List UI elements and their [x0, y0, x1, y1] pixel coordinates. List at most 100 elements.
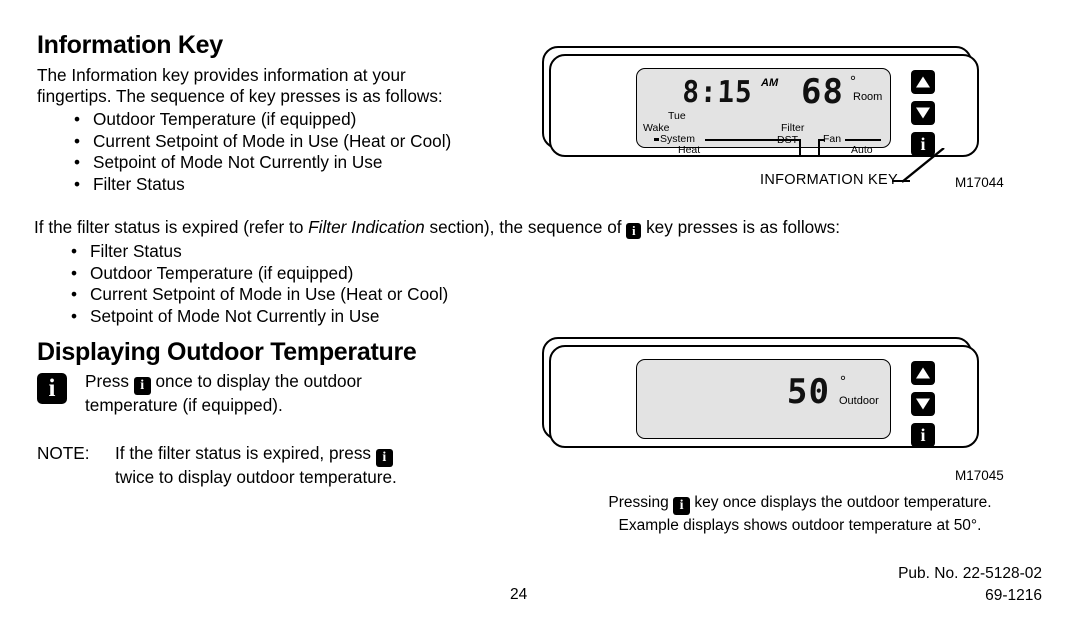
figure-caption-2: Pressing i key once displays the outdoor…: [560, 492, 1040, 536]
room-label: Room: [853, 91, 883, 103]
list-item: • Filter Status: [37, 174, 537, 196]
info-key-icon: i: [673, 497, 691, 515]
intro-paragraph: The Information key provides information…: [37, 65, 537, 107]
bullet-icon: •: [74, 130, 81, 151]
expired-lead-paragraph: If the filter status is expired (refer t…: [34, 217, 1044, 239]
callout-leader-line: [901, 148, 945, 183]
bullet-icon: •: [71, 305, 78, 326]
lead-pre-text: If the filter status is expired (refer t…: [34, 217, 309, 237]
information-key-button[interactable]: i: [911, 423, 935, 447]
system-active-dot-icon: [654, 138, 659, 141]
intro-line-2: fingertips. The sequence of key presses …: [37, 86, 443, 106]
bullet-icon: •: [71, 262, 78, 283]
info-key-icon: i: [375, 448, 393, 467]
thermostat-illustration-1: 8:15 AM 68 ° Room Tue Wake System Heat F…: [540, 44, 990, 162]
list-item: • Setpoint of Mode Not Currently in Use: [34, 306, 1044, 328]
button-column-2: i: [911, 361, 935, 454]
page-title: Information Key: [37, 31, 223, 59]
bullet-icon: •: [71, 284, 78, 304]
press-post-text: once to display the outdoor: [150, 371, 362, 391]
bullet-icon: •: [74, 109, 81, 129]
fan-mode-indicator: Auto: [851, 144, 873, 156]
publication-info: Pub. No. 22-5128-02 69-1216: [898, 563, 1042, 607]
down-arrow-button[interactable]: [911, 392, 935, 416]
fan-label: Fan: [823, 133, 842, 145]
lcd-display-2: 50 ° Outdoor: [636, 359, 891, 439]
lcd-display-1: 8:15 AM 68 ° Room Tue Wake System Heat F…: [636, 68, 891, 156]
list-item: • Current Setpoint of Mode in Use (Heat o…: [34, 284, 1044, 306]
sequence-list-expired: • Filter Status • Outdoor Temperature (if …: [34, 241, 1044, 327]
note-pre-text: If the filter status is expired, press: [115, 442, 376, 463]
up-arrow-button[interactable]: [911, 361, 935, 385]
list-item-label: Outdoor Temperature (if equipped): [90, 262, 354, 283]
outdoor-temperature-readout: 50: [786, 372, 831, 412]
note-text: If the filter status is expired, press i…: [115, 443, 397, 489]
dst-indicator: DST: [777, 134, 798, 146]
list-item: • Outdoor Temperature (if equipped): [37, 109, 537, 131]
info-key-icon: i: [133, 377, 151, 395]
caption-pre-text: Pressing: [608, 494, 674, 511]
press-pre-text: Press: [85, 371, 134, 391]
down-arrow-button[interactable]: [911, 101, 935, 125]
info-key-icon-large: i: [37, 373, 67, 404]
degree-symbol-icon: °: [840, 373, 846, 390]
am-pm-indicator: AM: [761, 77, 779, 89]
fan-bracket-line-right: [845, 139, 881, 141]
bullet-icon: •: [74, 173, 81, 194]
down-arrow-icon: [916, 398, 930, 410]
figure-number-2: M17045: [955, 468, 1004, 483]
intro-line-1: The Information key provides information…: [37, 65, 406, 85]
sequence-list-normal: • Outdoor Temperature (if equipped) • Curr…: [37, 109, 537, 195]
room-temperature-readout: 68: [800, 72, 845, 112]
thermostat-body: 8:15 AM 68 ° Room Tue Wake System Heat F…: [549, 54, 979, 157]
information-key-callout: INFORMATION KEY: [760, 172, 898, 188]
subsection-title: Displaying Outdoor Temperature: [37, 338, 417, 366]
displaying-outdoor-temperature-section: Displaying Outdoor Temperature i Press i…: [37, 340, 517, 488]
list-item-label: Outdoor Temperature (if equipped): [93, 109, 357, 129]
system-bracket-tick: [799, 139, 801, 155]
list-item: • Current Setpoint of Mode in Use (Heat o…: [37, 131, 537, 153]
lead-post-text: key presses is as follows:: [641, 217, 840, 237]
list-item: • Filter Status: [34, 241, 1044, 263]
doc-number: 69-1216: [985, 587, 1042, 604]
list-item-label: Filter Status: [93, 173, 185, 194]
information-key-section: Information Key The Information key prov…: [37, 33, 537, 195]
degree-symbol-icon: °: [850, 73, 856, 90]
figure-number-1: M17044: [955, 175, 1004, 190]
lead-mid-text: section), the sequence of: [424, 217, 627, 237]
fan-bracket-tick: [818, 139, 820, 155]
list-item-label: Setpoint of Mode Not Currently in Use: [90, 305, 380, 326]
thermostat-illustration-2: 50 ° Outdoor i: [540, 335, 990, 453]
page-number: 24: [510, 586, 528, 603]
press-instruction-text: Press i once to display the outdoor tempe…: [85, 371, 362, 417]
caption-line-2: Example displays shows outdoor temperatu…: [618, 517, 982, 534]
note-row: NOTE: If the filter status is expired, p…: [37, 443, 517, 489]
press-instruction-row: i Press i once to display the outdoor tem…: [37, 371, 517, 417]
day-indicator: Tue: [668, 110, 686, 122]
down-arrow-icon: [916, 107, 930, 119]
list-item: • Outdoor Temperature (if equipped): [34, 263, 1044, 285]
list-item-label: Current Setpoint of Mode in Use (Heat or…: [90, 284, 449, 304]
list-item: • Setpoint of Mode Not Currently in Use: [37, 152, 537, 174]
filter-indication-reference: Filter Indication: [308, 217, 425, 237]
caption-post-text: key once displays the outdoor temperatur…: [690, 494, 992, 511]
press-line-2: temperature (if equipped).: [85, 395, 283, 415]
pub-number: Pub. No. 22-5128-02: [898, 565, 1042, 582]
up-arrow-icon: [916, 76, 930, 88]
note-line-2: twice to display outdoor temperature.: [115, 466, 397, 487]
filter-expired-section: If the filter status is expired (refer t…: [34, 217, 1044, 327]
up-arrow-button[interactable]: [911, 70, 935, 94]
note-label: NOTE:: [37, 442, 90, 463]
thermostat-body: 50 ° Outdoor i: [549, 345, 979, 448]
list-item-label: Filter Status: [90, 241, 182, 261]
filter-indicator: Filter: [781, 122, 805, 134]
manual-page: Information Key The Information key prov…: [0, 0, 1080, 640]
list-item-label: Current Setpoint of Mode in Use (Heat or…: [93, 130, 452, 151]
list-item-label: Setpoint of Mode Not Currently in Use: [93, 152, 383, 172]
mode-indicator: Heat: [678, 144, 701, 156]
bullet-icon: •: [71, 241, 78, 261]
info-icon: i: [920, 425, 926, 445]
bullet-icon: •: [74, 152, 81, 172]
info-key-icon: i: [626, 223, 642, 239]
up-arrow-icon: [916, 367, 930, 379]
